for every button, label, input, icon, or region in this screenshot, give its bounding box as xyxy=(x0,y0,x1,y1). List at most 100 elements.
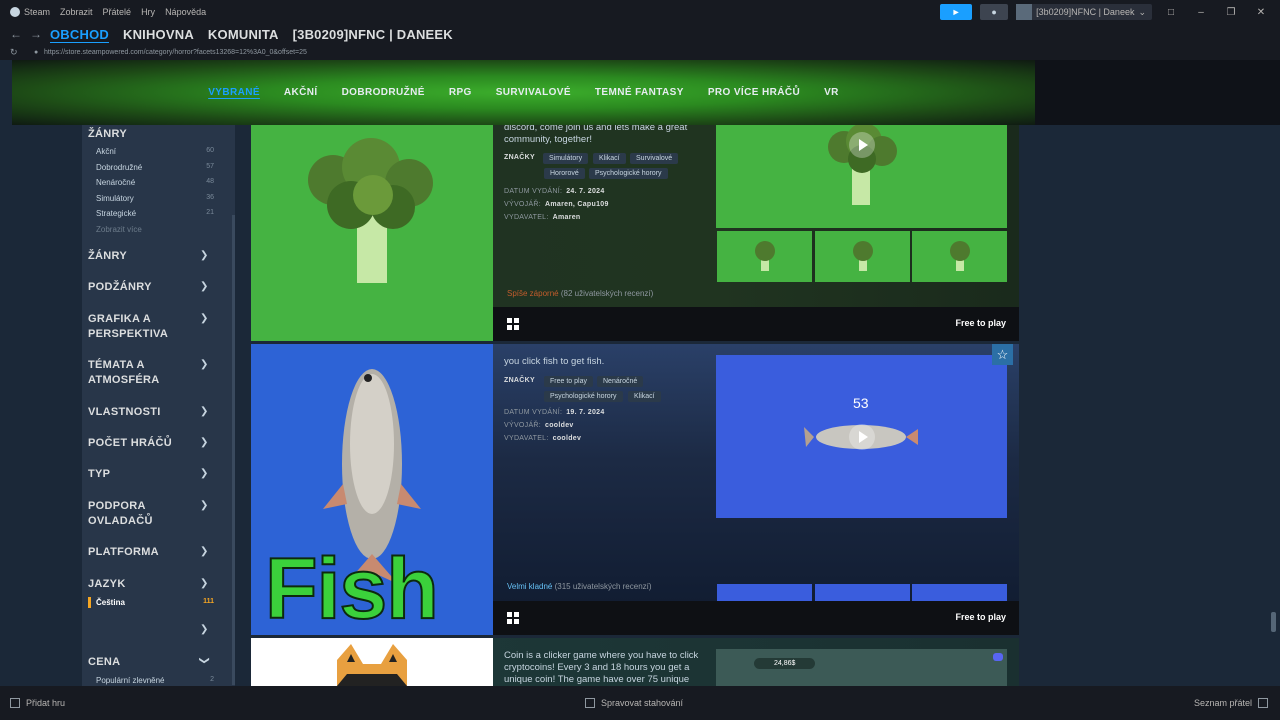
tag-badge[interactable]: Klikací xyxy=(593,153,626,164)
store-nav-action[interactable]: AKČNÍ xyxy=(284,87,318,98)
filter-item-czech[interactable]: Čeština 111 xyxy=(96,598,214,607)
play-icon[interactable] xyxy=(848,132,875,158)
filter-section-graphics[interactable]: GRAFIKA A PERSPEKTIVA xyxy=(88,312,188,342)
search-result-row[interactable]: Coin is a clicker game where you have to… xyxy=(251,638,1019,686)
filter-section-subgenres[interactable]: PODŽÁNRY xyxy=(88,280,152,295)
sidebar-scrollbar[interactable] xyxy=(232,215,235,685)
search-result-row[interactable]: Fish you click fish to get fish. ZNAČKY … xyxy=(251,344,1019,635)
discord-icon xyxy=(993,653,1003,661)
game-screenshot-main[interactable] xyxy=(716,125,1007,228)
release-date-value: 24. 7. 2024 xyxy=(566,188,605,195)
minimize-icon[interactable]: – xyxy=(1190,7,1212,18)
filter-item-popular-discounted[interactable]: Populární zlevněné 2 xyxy=(96,676,214,685)
filter-item-label: Simulátory xyxy=(96,194,134,203)
account-menu[interactable]: [3b0209]NFNC | Daneek ⌄ xyxy=(1016,4,1152,20)
forward-arrow-icon[interactable]: → xyxy=(30,27,42,41)
tag-badge[interactable]: Psychologické horory xyxy=(589,168,668,179)
page-scrollbar[interactable] xyxy=(1271,612,1276,632)
filter-section-type[interactable]: TYP xyxy=(88,467,110,482)
screenshot-thumbnail[interactable] xyxy=(717,231,812,282)
menu-friends[interactable]: Přátelé xyxy=(103,7,132,17)
filter-genres-expanded[interactable]: ŽÁNRY xyxy=(88,127,127,142)
search-result-row[interactable]: discord, come join us and lets make a gr… xyxy=(251,125,1019,341)
play-icon[interactable] xyxy=(848,423,875,450)
filter-section-price[interactable]: CENA xyxy=(88,655,120,670)
tab-profile[interactable]: [3B0209]NFNC | DANEEK xyxy=(293,27,453,42)
steam-menu[interactable]: Steam xyxy=(10,7,50,18)
screenshot-thumbnail[interactable] xyxy=(815,231,910,282)
tag-badge[interactable]: Klikací xyxy=(628,391,661,402)
tag-badge[interactable]: Free to play xyxy=(544,376,593,387)
add-game-button[interactable]: Přidat hru xyxy=(10,698,65,708)
tag-badge[interactable]: Nenáročné xyxy=(597,376,644,387)
review-summary[interactable]: Spíše záporné (82 uživatelských recenzí) xyxy=(507,289,653,298)
filter-item[interactable]: Dobrodružné 57 xyxy=(96,163,214,172)
notifications-button[interactable]: ● xyxy=(980,4,1009,20)
filter-section-controllers[interactable]: PODPORA OVLADAČŮ xyxy=(88,499,188,529)
filter-section-genres[interactable]: ŽÁNRY xyxy=(88,249,127,264)
publisher-value[interactable]: cooldev xyxy=(553,435,582,442)
publisher-value[interactable]: Amaren xyxy=(553,214,581,221)
filter-section-language[interactable]: JAZYK xyxy=(88,577,126,592)
game-capsule-image[interactable]: Fish xyxy=(251,344,493,635)
tab-library[interactable]: KNIHOVNA xyxy=(123,27,194,42)
reload-icon[interactable]: ↻ xyxy=(10,47,22,58)
screenshot-thumbnail[interactable] xyxy=(912,231,1007,282)
tab-community[interactable]: KOMUNITA xyxy=(208,27,279,42)
bell-icon: ● xyxy=(991,7,997,17)
filter-item[interactable]: Strategické 21 xyxy=(96,209,214,218)
chevron-right-icon: ❯ xyxy=(200,359,209,370)
store-nav-multiplayer[interactable]: PRO VÍCE HRÁČŮ xyxy=(708,87,800,98)
big-picture-icon[interactable]: □ xyxy=(1160,7,1182,18)
store-nav-vr[interactable]: VR xyxy=(824,87,839,98)
store-nav-survival[interactable]: SURVIVALOVÉ xyxy=(496,87,571,98)
downloads-label: Spravovat stahování xyxy=(601,698,684,708)
game-screenshot-main[interactable]: 53 ☆ xyxy=(716,344,1013,518)
filter-section-features[interactable]: VLASTNOSTI xyxy=(88,405,161,420)
filter-section-platform[interactable]: PLATFORMA xyxy=(88,545,159,560)
price-label[interactable]: Free to play xyxy=(955,612,1006,622)
tag-badge[interactable]: Survivalové xyxy=(630,153,679,164)
store-nav-adventure[interactable]: DOBRODRUŽNÉ xyxy=(342,87,425,98)
menu-help[interactable]: Nápověda xyxy=(165,7,206,17)
tag-badge[interactable]: Simulátory xyxy=(543,153,589,164)
manage-downloads-button[interactable]: Spravovat stahování xyxy=(585,698,683,708)
publisher: VYDAVATEL: Amaren xyxy=(504,214,581,221)
close-icon[interactable]: ✕ xyxy=(1250,7,1272,18)
selected-filter-indicator xyxy=(88,597,91,608)
review-label: Spíše záporné xyxy=(507,289,559,298)
filter-item[interactable]: Simulátory 36 xyxy=(96,194,214,203)
price-label[interactable]: Free to play xyxy=(955,318,1006,328)
filter-item[interactable]: Nenáročné 48 xyxy=(96,178,214,187)
filter-item-count: 48 xyxy=(206,178,214,185)
game-capsule-image[interactable] xyxy=(251,125,493,341)
game-capsule-image[interactable] xyxy=(251,638,493,686)
filter-item[interactable]: Akční 60 xyxy=(96,147,214,156)
game-description: Coin is a clicker game where you have to… xyxy=(504,650,699,685)
tab-store[interactable]: OBCHOD xyxy=(50,27,109,42)
filter-section-players[interactable]: POČET HRÁČŮ xyxy=(88,436,172,451)
review-summary[interactable]: Velmi kladné (315 uživatelských recenzí) xyxy=(507,582,652,591)
url-text[interactable]: https://store.steampowered.com/category/… xyxy=(44,49,307,56)
publisher: VYDAVATEL: cooldev xyxy=(504,435,581,442)
lock-icon: ● xyxy=(34,48,39,56)
developer-value[interactable]: Amaren, Capu109 xyxy=(545,201,609,208)
menu-view[interactable]: Zobrazit xyxy=(60,7,93,17)
filter-section-themes[interactable]: TÉMATA A ATMOSFÉRA xyxy=(88,358,188,388)
menu-games[interactable]: Hry xyxy=(141,7,155,17)
friends-list-button[interactable]: Seznam přátel xyxy=(1194,698,1268,708)
back-arrow-icon[interactable]: ← xyxy=(10,27,22,41)
developer-value[interactable]: cooldev xyxy=(545,422,574,429)
maximize-icon[interactable]: ❐ xyxy=(1220,7,1242,18)
tag-badge[interactable]: Psychologické horory xyxy=(544,391,623,402)
store-nav-dark-fantasy[interactable]: TEMNÉ FANTASY xyxy=(595,87,684,98)
announcements-button[interactable]: ► xyxy=(940,4,973,20)
tag-badge[interactable]: Hororové xyxy=(544,168,585,179)
store-nav-rpg[interactable]: RPG xyxy=(449,87,472,98)
plus-icon xyxy=(10,698,20,708)
show-more-link[interactable]: Zobrazit více xyxy=(96,225,142,234)
game-screenshot-main[interactable]: 24,86$ xyxy=(716,649,1007,686)
store-nav-featured[interactable]: VYBRANÉ xyxy=(208,87,260,98)
chevron-right-icon: ❯ xyxy=(200,281,209,292)
wishlist-star-icon[interactable]: ☆ xyxy=(992,344,1013,365)
